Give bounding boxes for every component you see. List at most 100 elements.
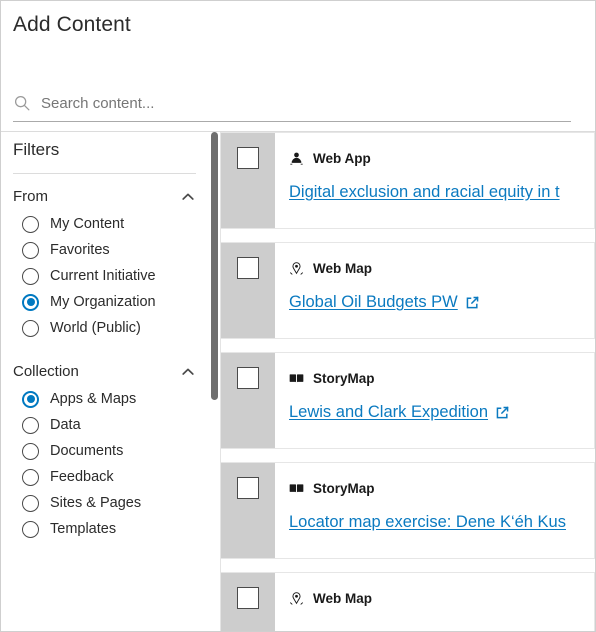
result-title-row: Lewis and Clark Expedition bbox=[289, 403, 594, 422]
filters-scrollbar-track[interactable] bbox=[208, 132, 220, 631]
radio-indicator-selected[interactable] bbox=[22, 293, 39, 311]
radio-label: Sites & Pages bbox=[50, 495, 142, 511]
result-body: Web Map bbox=[275, 573, 594, 631]
radio-world-public[interactable]: World (Public) bbox=[22, 315, 196, 341]
external-link-icon[interactable] bbox=[495, 405, 510, 420]
radio-my-content[interactable]: My Content bbox=[22, 211, 196, 237]
dialog-header: Add Content bbox=[1, 1, 595, 49]
facet-collection-options: Apps & Maps Data Documents Feedback Site… bbox=[13, 386, 196, 542]
radio-label: My Content bbox=[50, 216, 125, 232]
filters-scrollbar-thumb[interactable] bbox=[211, 132, 218, 400]
web-map-pin-icon bbox=[289, 261, 304, 276]
facet-from-header[interactable]: From bbox=[13, 188, 196, 211]
filters-divider bbox=[13, 173, 196, 174]
storymap-book-icon bbox=[289, 481, 304, 496]
result-item[interactable]: StoryMap Locator map exercise: Dene K‘éh… bbox=[221, 462, 595, 559]
radio-label: Feedback bbox=[50, 469, 114, 485]
facet-collection-header[interactable]: Collection bbox=[13, 363, 196, 386]
result-item[interactable]: StoryMap Lewis and Clark Expedition bbox=[221, 352, 595, 449]
radio-indicator[interactable] bbox=[22, 416, 39, 434]
result-item[interactable]: Web App Digital exclusion and racial equ… bbox=[221, 132, 595, 229]
search-icon bbox=[13, 94, 31, 112]
radio-label: Templates bbox=[50, 521, 117, 537]
result-title-row: Global Oil Budgets PW bbox=[289, 293, 594, 312]
radio-apps-maps[interactable]: Apps & Maps bbox=[22, 386, 196, 412]
radio-label: World (Public) bbox=[50, 320, 141, 336]
radio-indicator[interactable] bbox=[22, 241, 39, 259]
search-input[interactable] bbox=[41, 94, 571, 112]
radio-indicator[interactable] bbox=[22, 215, 39, 233]
chevron-up-icon[interactable] bbox=[180, 189, 196, 205]
page-title: Add Content bbox=[13, 13, 131, 36]
radio-indicator[interactable] bbox=[22, 494, 39, 512]
result-type-label: Web App bbox=[313, 150, 371, 166]
result-type-label: Web Map bbox=[313, 260, 373, 276]
radio-label: Favorites bbox=[50, 242, 110, 258]
radio-my-organization[interactable]: My Organization bbox=[22, 289, 196, 315]
result-thumbnail bbox=[221, 353, 275, 448]
radio-current-initiative[interactable]: Current Initiative bbox=[22, 263, 196, 289]
chevron-up-icon[interactable] bbox=[180, 364, 196, 380]
radio-indicator[interactable] bbox=[22, 319, 39, 337]
results-list: Web App Digital exclusion and racial equ… bbox=[221, 132, 595, 631]
filters-heading: Filters bbox=[13, 140, 60, 159]
result-body: StoryMap Locator map exercise: Dene K‘éh… bbox=[275, 463, 594, 558]
result-title-row: Digital exclusion and racial equity in t bbox=[289, 183, 594, 202]
radio-indicator[interactable] bbox=[22, 520, 39, 538]
web-map-pin-icon bbox=[289, 591, 304, 606]
result-type: StoryMap bbox=[289, 369, 594, 387]
result-title-row: Locator map exercise: Dene K‘éh Kus bbox=[289, 513, 594, 532]
result-checkbox[interactable] bbox=[237, 257, 259, 279]
radio-indicator-selected[interactable] bbox=[22, 390, 39, 408]
facet-from: From My Content Favorites Current Initia… bbox=[13, 188, 196, 341]
result-type: Web App bbox=[289, 149, 594, 167]
add-content-dialog: Add Content Filters From bbox=[0, 0, 596, 632]
facet-from-options: My Content Favorites Current Initiative … bbox=[13, 211, 196, 341]
result-checkbox[interactable] bbox=[237, 587, 259, 609]
result-item[interactable]: Web Map Global Oil Budgets PW bbox=[221, 242, 595, 339]
result-item[interactable]: Web Map bbox=[221, 572, 595, 631]
result-thumbnail bbox=[221, 573, 275, 631]
result-title-link[interactable]: Lewis and Clark Expedition bbox=[289, 403, 488, 422]
radio-label: Current Initiative bbox=[50, 268, 156, 284]
result-title-link[interactable]: Locator map exercise: Dene K‘éh Kus bbox=[289, 513, 566, 532]
result-type-label: StoryMap bbox=[313, 370, 375, 386]
result-type-label: StoryMap bbox=[313, 480, 375, 496]
radio-documents[interactable]: Documents bbox=[22, 438, 196, 464]
result-thumbnail bbox=[221, 133, 275, 228]
radio-label: Data bbox=[50, 417, 81, 433]
result-body: Web App Digital exclusion and racial equ… bbox=[275, 133, 594, 228]
result-thumbnail bbox=[221, 243, 275, 338]
result-thumbnail bbox=[221, 463, 275, 558]
radio-indicator[interactable] bbox=[22, 468, 39, 486]
radio-indicator[interactable] bbox=[22, 267, 39, 285]
external-link-icon[interactable] bbox=[465, 295, 480, 310]
result-type: Web Map bbox=[289, 259, 594, 277]
radio-templates[interactable]: Templates bbox=[22, 516, 196, 542]
filters-panel: Filters From My Content Favorites Curren… bbox=[1, 132, 208, 631]
result-title-link[interactable]: Digital exclusion and racial equity in t bbox=[289, 183, 560, 202]
radio-label: My Organization bbox=[50, 294, 156, 310]
result-type: StoryMap bbox=[289, 479, 594, 497]
result-body: Web Map Global Oil Budgets PW bbox=[275, 243, 594, 338]
result-checkbox[interactable] bbox=[237, 477, 259, 499]
result-type: Web Map bbox=[289, 589, 594, 607]
radio-feedback[interactable]: Feedback bbox=[22, 464, 196, 490]
result-body: StoryMap Lewis and Clark Expedition bbox=[275, 353, 594, 448]
facet-collection-title: Collection bbox=[13, 363, 79, 380]
radio-label: Documents bbox=[50, 443, 124, 459]
radio-favorites[interactable]: Favorites bbox=[22, 237, 196, 263]
web-app-pin-person-icon bbox=[289, 151, 304, 166]
radio-indicator[interactable] bbox=[22, 442, 39, 460]
search-bar[interactable] bbox=[13, 85, 571, 122]
result-title-link[interactable]: Global Oil Budgets PW bbox=[289, 293, 458, 312]
result-type-label: Web Map bbox=[313, 590, 373, 606]
radio-data[interactable]: Data bbox=[22, 412, 196, 438]
result-checkbox[interactable] bbox=[237, 367, 259, 389]
result-checkbox[interactable] bbox=[237, 147, 259, 169]
storymap-book-icon bbox=[289, 371, 304, 386]
facet-from-title: From bbox=[13, 188, 48, 205]
facet-collection: Collection Apps & Maps Data Documents Fe… bbox=[13, 363, 196, 542]
radio-label: Apps & Maps bbox=[50, 391, 137, 407]
radio-sites-pages[interactable]: Sites & Pages bbox=[22, 490, 196, 516]
